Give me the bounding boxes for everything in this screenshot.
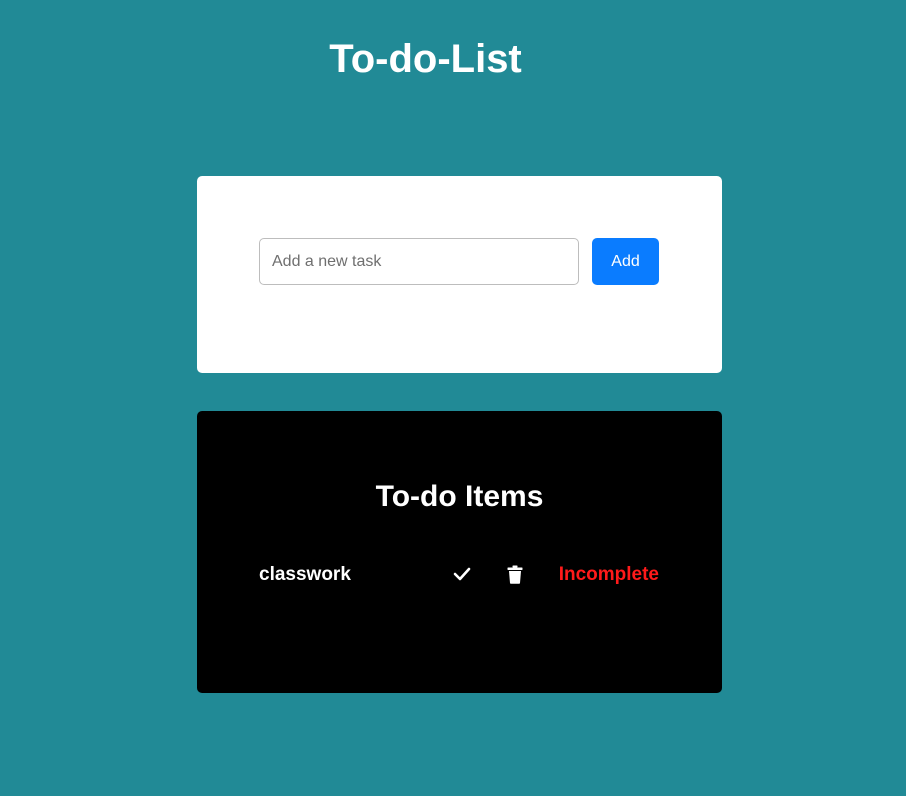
todo-list-heading: To-do Items [375, 480, 544, 513]
todo-item: classwork Incomplete [259, 561, 659, 589]
page-title: To-do-List [329, 37, 522, 81]
trash-icon [507, 565, 523, 584]
add-button[interactable]: Add [592, 238, 659, 285]
add-task-card: Add [197, 176, 722, 373]
delete-button[interactable] [504, 563, 526, 585]
todo-item-text: classwork [259, 564, 351, 585]
complete-button[interactable] [451, 563, 473, 585]
todo-list-card: To-do Items classwork Incomplete [197, 411, 722, 693]
check-icon [453, 567, 471, 581]
page: To-do-List Add To-do Items classwork Inc… [0, 0, 906, 796]
todo-status-badge: Incomplete [558, 564, 659, 585]
new-task-input[interactable] [259, 238, 579, 285]
